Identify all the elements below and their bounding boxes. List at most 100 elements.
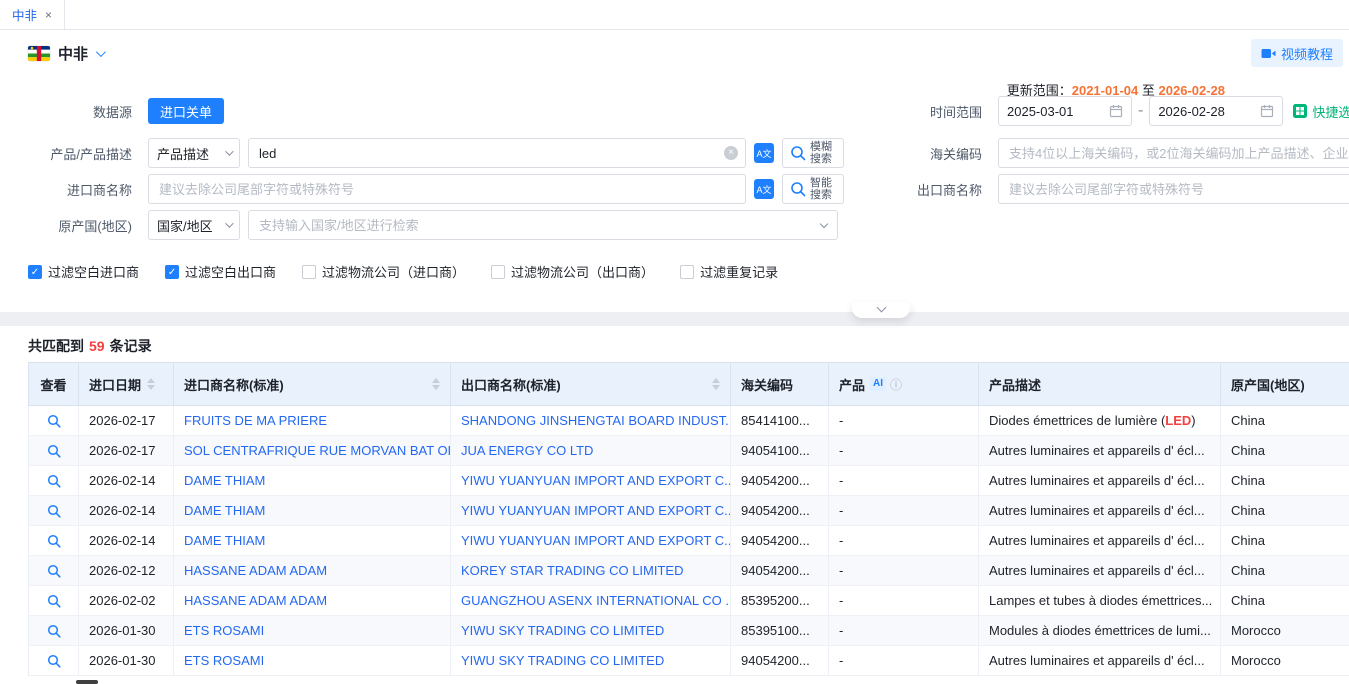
country-chevron-down-icon[interactable] [96,47,106,57]
clear-input-icon[interactable]: × [724,146,738,160]
product-cell: - [829,526,979,555]
origin-country-cell: China [1221,406,1349,435]
import-date-cell: 2026-02-17 [79,436,174,465]
importer-link[interactable]: ETS ROSAMI [174,616,451,645]
exporter-link[interactable]: YIWU SKY TRADING CO LIMITED [451,616,731,645]
origin-country-cell: China [1221,526,1349,555]
product-cell: - [829,436,979,465]
filter-checkbox[interactable]: 过滤重复记录 [680,262,778,281]
exporter-input[interactable] [998,174,1349,204]
importer-input[interactable] [148,174,746,204]
origin-type-select[interactable]: 国家/地区 [148,210,240,240]
hs-code-cell: 85395200... [731,586,829,615]
checkbox-icon[interactable] [491,265,505,279]
checkbox-icon[interactable]: ✓ [28,265,42,279]
import-date-cell: 2026-02-17 [79,406,174,435]
filter-checkbox[interactable]: ✓ 过滤空白进口商 [28,262,139,281]
col-view: 查看 [29,363,79,405]
importer-link[interactable]: ETS ROSAMI [174,646,451,675]
view-detail-magnifier-icon[interactable] [47,534,61,548]
exporter-link[interactable]: GUANGZHOU ASENX INTERNATIONAL CO ... [451,586,731,615]
importer-row: 进口商名称 A文 智能 搜索 [0,174,844,204]
quick-select-link[interactable]: 快捷选 [1293,102,1349,121]
exporter-link[interactable]: KOREY STAR TRADING CO LIMITED [451,556,731,585]
end-date-input[interactable]: 2026-02-28 [1149,96,1283,126]
col-importer[interactable]: 进口商名称(标准) [174,363,451,405]
smart-search-button[interactable]: 智能 搜索 [782,174,844,204]
date-separator: - [1138,102,1143,120]
sort-icon[interactable] [432,378,440,390]
tab-close-icon[interactable]: × [45,8,52,22]
view-detail-magnifier-icon[interactable] [47,444,61,458]
checkbox-icon[interactable] [680,265,694,279]
view-detail-magnifier-icon[interactable] [47,624,61,638]
col-import-date[interactable]: 进口日期 [79,363,174,405]
importer-input-wrap [148,174,746,204]
importer-link[interactable]: SOL CENTRAFRIQUE RUE MORVAN BAT OF... [174,436,451,465]
hs-code-input[interactable] [998,138,1349,168]
importer-link[interactable]: DAME THIAM [174,526,451,555]
sort-icon[interactable] [147,378,155,390]
exporter-link[interactable]: JUA ENERGY CO LTD [451,436,731,465]
origin-country-cell: China [1221,496,1349,525]
panel-divider [0,312,1349,326]
product-desc-cell: Autres luminaires et appareils d' écl... [979,556,1221,585]
translate-icon[interactable]: A文 [754,143,774,163]
video-tutorial-button[interactable]: 视频教程 [1251,39,1343,67]
view-detail-magnifier-icon[interactable] [47,474,61,488]
table-row: 2026-02-14 DAME THIAM YIWU YUANYUAN IMPO… [28,466,1349,496]
view-detail-magnifier-icon[interactable] [47,654,61,668]
filter-checkbox[interactable]: 过滤物流公司（进口商） [302,262,465,281]
product-type-select[interactable]: 产品描述 [148,138,240,168]
checkbox-icon[interactable]: ✓ [165,265,179,279]
exporter-link[interactable]: YIWU YUANYUAN IMPORT AND EXPORT C... [451,496,731,525]
product-cell: - [829,586,979,615]
filter-checkbox-label: 过滤物流公司（进口商） [322,262,465,281]
checkbox-icon[interactable] [302,265,316,279]
exporter-link[interactable]: YIWU SKY TRADING CO LIMITED [451,646,731,675]
view-detail-magnifier-icon[interactable] [47,414,61,428]
datasource-import-manifest-button[interactable]: 进口关单 [148,98,224,124]
fuzzy-search-label-1: 模糊 [810,141,832,153]
filter-checkbox-label: 过滤空白进口商 [48,262,139,281]
sort-icon[interactable] [712,378,720,390]
translate-icon[interactable]: A文 [754,179,774,199]
table-row: 2026-02-02 HASSANE ADAM ADAM GUANGZHOU A… [28,586,1349,616]
horizontal-scrollbar-thumb[interactable] [76,680,98,684]
product-label: 产品/产品描述 [0,144,140,163]
hs-code-cell: 94054200... [731,526,829,555]
importer-link[interactable]: HASSANE ADAM ADAM [174,586,451,615]
view-detail-magnifier-icon[interactable] [47,504,61,518]
fuzzy-search-label-2: 搜索 [810,153,832,165]
search-form: 更新范围：2021-01-04 至 2026-02-28 数据源 进口关单 时间… [0,76,1349,312]
fuzzy-search-button[interactable]: 模糊 搜索 [782,138,844,168]
col-product-desc: 产品描述 [979,363,1221,405]
filter-checkbox[interactable]: ✓ 过滤空白出口商 [165,262,276,281]
info-icon[interactable]: ⓘ [890,376,902,393]
importer-link[interactable]: FRUITS DE MA PRIERE [174,406,451,435]
tab-zhongfei[interactable]: 中非 × [0,0,65,29]
tab-label: 中非 [12,5,37,24]
exporter-link[interactable]: YIWU YUANYUAN IMPORT AND EXPORT C... [451,466,731,495]
view-detail-magnifier-icon[interactable] [47,594,61,608]
origin-input[interactable] [248,210,838,240]
importer-link[interactable]: DAME THIAM [174,496,451,525]
importer-link[interactable]: DAME THIAM [174,466,451,495]
time-range-label: 时间范围 [902,102,990,121]
quick-select-label: 快捷选 [1312,102,1349,121]
importer-link[interactable]: HASSANE ADAM ADAM [174,556,451,585]
datasource-label: 数据源 [0,102,140,121]
smart-search-label-1: 智能 [810,177,832,189]
page-header: 中非 视频教程 [0,30,1349,76]
view-detail-magnifier-icon[interactable] [47,564,61,578]
table-row: 2026-02-17 FRUITS DE MA PRIERE SHANDONG … [28,406,1349,436]
exporter-link[interactable]: YIWU YUANYUAN IMPORT AND EXPORT C... [451,526,731,555]
collapse-form-handle[interactable] [852,302,910,318]
search-icon [790,145,806,161]
product-desc-cell: Autres luminaires et appareils d' écl... [979,646,1221,675]
start-date-input[interactable]: 2025-03-01 [998,96,1132,126]
exporter-link[interactable]: SHANDONG JINSHENGTAI BOARD INDUST... [451,406,731,435]
filter-checkbox[interactable]: 过滤物流公司（出口商） [491,262,654,281]
product-input[interactable] [248,138,746,168]
col-exporter[interactable]: 出口商名称(标准) [451,363,731,405]
